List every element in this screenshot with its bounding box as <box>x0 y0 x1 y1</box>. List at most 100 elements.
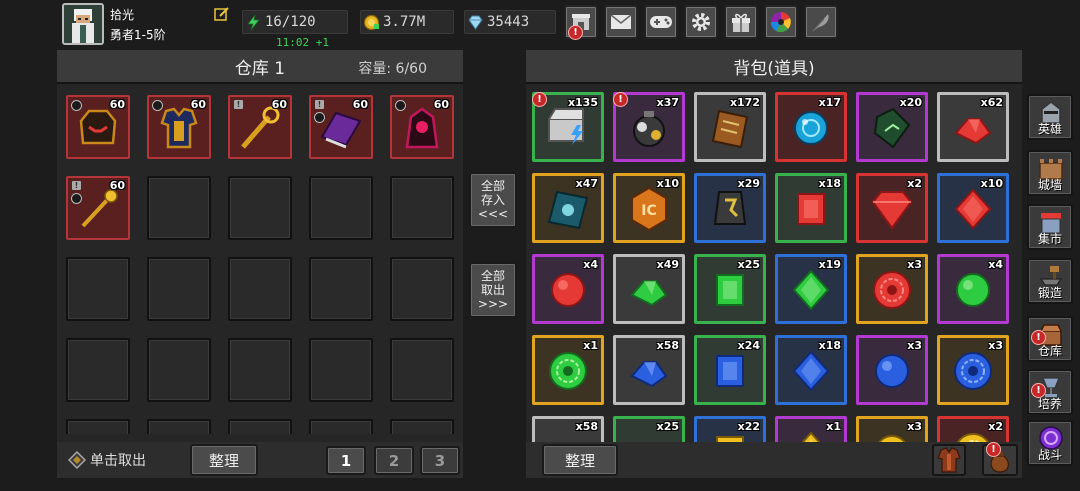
bag-item-slot[interactable]: x29 <box>694 173 766 243</box>
sidebar-item-anvil-hammer[interactable]: 锻造 <box>1027 258 1073 304</box>
warehouse-empty-slot[interactable] <box>147 176 211 240</box>
bag-item-slot[interactable]: x49 <box>613 254 685 324</box>
item-quantity: x18 <box>818 339 841 352</box>
warehouse-empty-slot[interactable] <box>390 338 454 402</box>
mail-button[interactable] <box>604 5 638 39</box>
gift-button[interactable] <box>724 5 758 39</box>
bag-item-slot[interactable]: x10 <box>937 173 1009 243</box>
bag-grid: x135! x37! x172 x17 x20 x62 x47 IC x10 x2… <box>532 92 1022 442</box>
take-on-click-toggle[interactable]: 单击取出 <box>68 450 146 470</box>
bag-item-slot[interactable]: x1 <box>775 416 847 442</box>
sidebar-item-warehouse-chest[interactable]: 仓库! <box>1027 316 1073 362</box>
warehouse-empty-slot[interactable] <box>147 419 211 434</box>
warehouse-item-slot[interactable]: 60! <box>228 95 292 159</box>
bag-item-slot[interactable]: x3 <box>856 335 928 405</box>
bag-item-slot[interactable]: x17 <box>775 92 847 162</box>
dark-rune-icon <box>705 184 755 238</box>
color-wheel-button[interactable] <box>764 5 798 39</box>
bag-item-slot[interactable]: x4 <box>532 254 604 324</box>
item-quantity: x29 <box>737 177 760 190</box>
warehouse-empty-slot[interactable] <box>309 176 373 240</box>
bag-item-slot[interactable]: x3 <box>856 254 928 324</box>
warehouse-item-slot[interactable]: 60! <box>309 95 373 159</box>
settings-button[interactable] <box>684 5 718 39</box>
page-1-button[interactable]: 1 <box>326 446 366 475</box>
bag-item-slot[interactable]: x62 <box>937 92 1009 162</box>
bag-item-slot[interactable]: x58 <box>532 416 604 442</box>
mail-icon <box>610 14 632 29</box>
player-rank: 勇者1-5阶 <box>110 28 166 42</box>
warehouse-sort-button[interactable]: 整理 <box>190 444 258 476</box>
bag-item-slot[interactable]: x2 <box>856 173 928 243</box>
warehouse-empty-slot[interactable] <box>147 257 211 321</box>
warehouse-empty-slot[interactable] <box>390 176 454 240</box>
bag-item-slot[interactable]: x172 <box>694 92 766 162</box>
bag-item-slot[interactable]: x4 <box>937 254 1009 324</box>
bag-item-slot[interactable]: IC x10 <box>613 173 685 243</box>
item-quantity: x49 <box>656 258 679 271</box>
page-2-button[interactable]: 2 <box>374 446 414 475</box>
bag-item-slot[interactable]: x20 <box>856 92 928 162</box>
bag-item-slot[interactable]: x25 <box>613 416 685 442</box>
page-3-button[interactable]: 3 <box>420 446 460 475</box>
bag-sort-button[interactable]: 整理 <box>542 444 618 476</box>
warehouse-empty-slot[interactable] <box>228 419 292 434</box>
edit-name-icon[interactable] <box>214 6 230 22</box>
sidebar-item-chalice[interactable]: 培养! <box>1027 369 1073 415</box>
bag-item-slot[interactable]: x24 <box>694 335 766 405</box>
bag-item-slot[interactable]: x47 <box>532 173 604 243</box>
warehouse-empty-slot[interactable] <box>309 338 373 402</box>
loot-bag-icon <box>624 103 674 157</box>
store-all-button[interactable]: 全部 存入 <<< <box>469 172 517 228</box>
red-round-gem-icon <box>543 265 593 319</box>
player-avatar[interactable] <box>62 3 104 45</box>
item-quantity: x1 <box>583 339 598 352</box>
gamepad-button[interactable] <box>644 5 678 39</box>
take-all-button[interactable]: 全部 取出 >>> <box>469 262 517 318</box>
bag-item-slot[interactable]: x1 <box>532 335 604 405</box>
bag-item-slot[interactable]: x18 <box>775 335 847 405</box>
warehouse-item-slot[interactable]: 60 <box>147 95 211 159</box>
warehouse-item-slot[interactable]: 60 <box>390 95 454 159</box>
warehouse-empty-slot[interactable] <box>228 257 292 321</box>
bag-item-slot[interactable]: x37! <box>613 92 685 162</box>
warehouse-empty-slot[interactable] <box>390 419 454 434</box>
blue-orb-icon <box>786 103 836 157</box>
sidebar-item-knight-helmet[interactable]: 英雄 <box>1027 94 1073 140</box>
feather-button[interactable] <box>804 5 838 39</box>
shop-button[interactable]: ! <box>564 5 598 40</box>
feather-icon <box>812 14 829 32</box>
warehouse-empty-slot[interactable] <box>228 176 292 240</box>
bag-item-slot[interactable]: x25 <box>694 254 766 324</box>
quick-armor-slot[interactable] <box>932 444 966 476</box>
warehouse-empty-slot[interactable] <box>309 419 373 434</box>
bag-item-slot[interactable]: x18 <box>775 173 847 243</box>
bag-item-slot[interactable]: x3 <box>937 335 1009 405</box>
large-ruby-icon <box>867 184 917 238</box>
warehouse-empty-slot[interactable] <box>66 257 130 321</box>
bag-item-slot[interactable]: x2 <box>937 416 1009 442</box>
bag-item-slot[interactable]: x22 <box>694 416 766 442</box>
bag-item-slot[interactable]: x3 <box>856 416 928 442</box>
sidebar-item-market[interactable]: 集市 <box>1027 204 1073 250</box>
unselected-circle-icon <box>395 100 406 111</box>
energy-counter: 16/120 <box>242 10 348 34</box>
bag-item-slot[interactable]: x19 <box>775 254 847 324</box>
sidebar-item-portal[interactable]: 战斗 <box>1027 420 1073 466</box>
warehouse-empty-slot[interactable] <box>228 338 292 402</box>
warehouse-item-slot[interactable]: 60! <box>66 176 130 240</box>
warehouse-empty-slot[interactable] <box>66 419 130 434</box>
warehouse-empty-slot[interactable] <box>147 338 211 402</box>
warehouse-empty-slot[interactable] <box>66 338 130 402</box>
sidebar-item-castle-wall[interactable]: 城墙 <box>1027 150 1073 196</box>
lock-icon: ! <box>234 100 243 109</box>
warehouse-empty-slot[interactable] <box>390 257 454 321</box>
bag-item-slot[interactable]: x135! <box>532 92 604 162</box>
quick-pouch-slot[interactable]: ! <box>982 442 1018 476</box>
item-quantity: x4 <box>988 258 1003 271</box>
red-shard-icon <box>948 103 998 157</box>
warehouse-item-slot[interactable]: 60 <box>66 95 130 159</box>
item-quantity: x17 <box>818 96 841 109</box>
bag-item-slot[interactable]: x58 <box>613 335 685 405</box>
warehouse-empty-slot[interactable] <box>309 257 373 321</box>
